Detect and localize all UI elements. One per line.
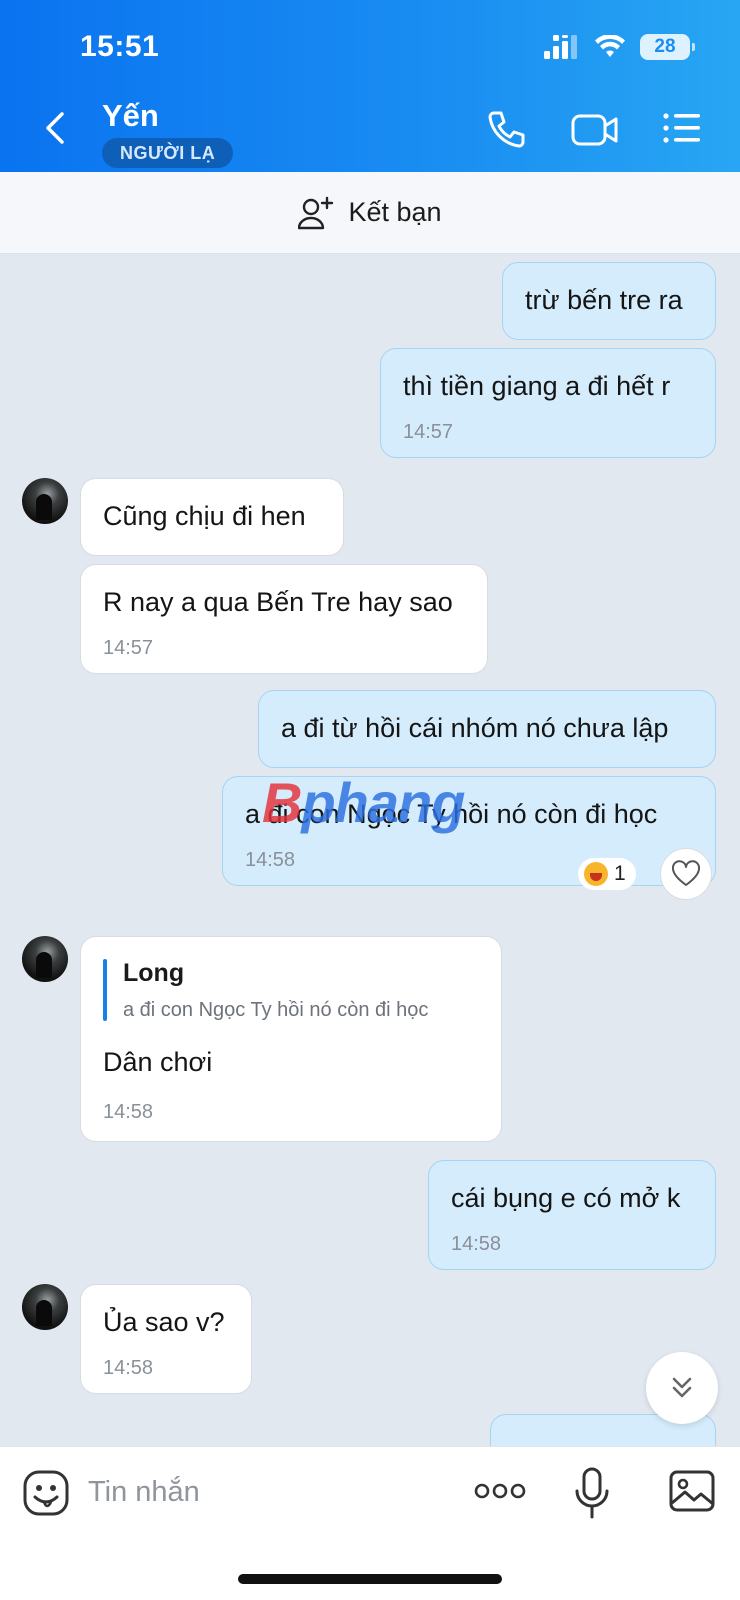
heart-icon	[671, 860, 701, 886]
reaction-badge[interactable]: 1	[578, 858, 636, 890]
laugh-emoji-icon	[584, 862, 608, 886]
message-text: R nay a qua Bến Tre hay sao	[103, 587, 453, 617]
microphone-icon[interactable]	[574, 1467, 610, 1519]
message-text: cái bụng e có mở k	[451, 1183, 681, 1213]
message-incoming-reply[interactable]: Long a đi con Ngọc Ty hồi nó còn đi học …	[80, 936, 502, 1142]
back-button[interactable]	[36, 108, 76, 148]
scroll-down-button[interactable]	[646, 1352, 718, 1424]
stranger-badge: NGƯỜI LẠ	[102, 138, 234, 168]
video-call-icon[interactable]	[570, 108, 620, 152]
message-time: 14:57	[103, 637, 154, 659]
contact-name[interactable]: Yến	[102, 98, 159, 134]
message-time: 14:58	[103, 1101, 154, 1123]
home-indicator[interactable]	[238, 1574, 502, 1584]
message-outgoing[interactable]: a đi con Ngọc Ty hồi nó còn đi học 14:58	[222, 776, 716, 886]
quote-bar	[103, 959, 107, 1021]
message-list[interactable]: trừ bến tre ra thì tiền giang a đi hết r…	[0, 254, 740, 1446]
menu-list-icon[interactable]	[662, 108, 702, 148]
message-incoming[interactable]: Ủa sao v? 14:58	[80, 1284, 252, 1394]
message-incoming[interactable]: R nay a qua Bến Tre hay sao 14:57	[80, 564, 488, 674]
message-time: 14:58	[245, 849, 296, 871]
back-icon	[46, 112, 64, 144]
message-outgoing[interactable]: trừ bến tre ra	[502, 262, 716, 340]
status-icons: 28	[544, 34, 695, 60]
message-time: 14:57	[403, 421, 454, 443]
image-icon[interactable]	[668, 1469, 716, 1513]
sticker-icon[interactable]	[22, 1469, 70, 1517]
battery-indicator: 28	[640, 34, 695, 60]
message-incoming[interactable]: Cũng chịu đi hen	[80, 478, 344, 556]
wifi-icon	[595, 35, 625, 57]
message-text: trừ bến tre ra	[525, 285, 683, 315]
message-outgoing[interactable]: thì tiền giang a đi hết r 14:57	[380, 348, 716, 458]
scroll-down-icon	[672, 1377, 692, 1398]
avatar[interactable]	[22, 478, 68, 524]
phone-icon[interactable]	[484, 108, 528, 152]
message-time: 14:58	[103, 1357, 154, 1379]
message-text: Ủa sao v?	[103, 1307, 225, 1337]
quote-text: a đi con Ngọc Ty hồi nó còn đi học	[123, 999, 429, 1021]
message-text: a đi con Ngọc Ty hồi nó còn đi học	[245, 799, 658, 829]
signal-icon	[544, 35, 577, 59]
message-time: 14:58	[451, 1233, 502, 1255]
message-text: Cũng chịu đi hen	[103, 501, 306, 531]
message-text: thì tiền giang a đi hết r	[403, 371, 671, 401]
avatar[interactable]	[22, 936, 68, 982]
message-input[interactable]	[88, 1469, 448, 1515]
message-text: Dân chơi	[103, 1047, 213, 1077]
reaction-count: 1	[614, 862, 626, 885]
add-friend-icon	[298, 196, 334, 229]
message-outgoing[interactable]: cái bụng e có mở k 14:58	[428, 1160, 716, 1270]
avatar[interactable]	[22, 1284, 68, 1330]
quote-sender: Long	[123, 959, 185, 987]
add-friend-button[interactable]: Kết bạn	[0, 172, 740, 254]
status-time: 15:51	[80, 30, 160, 63]
message-text: a đi từ hồi cái nhóm nó chưa lập	[281, 713, 669, 743]
more-icon[interactable]	[474, 1479, 526, 1503]
add-friend-label: Kết bạn	[348, 197, 442, 227]
message-outgoing[interactable]: a đi từ hồi cái nhóm nó chưa lập	[258, 690, 716, 768]
chat-header: 15:51 28 Yến NGƯỜI LẠ	[0, 0, 740, 172]
react-button[interactable]	[660, 848, 712, 900]
